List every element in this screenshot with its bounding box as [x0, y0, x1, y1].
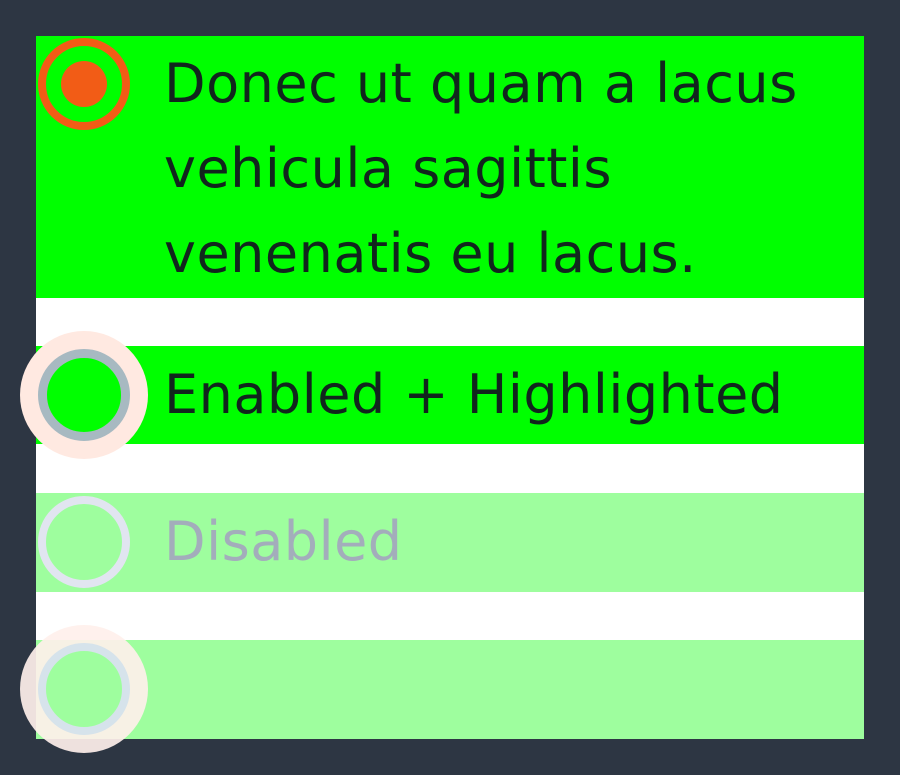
radio-button-checked-icon[interactable]	[38, 38, 130, 130]
radio-option-label: Disabled	[164, 510, 403, 573]
radio-option-disabled-highlighted	[20, 625, 864, 753]
radio-dot-icon	[61, 61, 107, 107]
radio-option-label: Donec ut quam a lacus vehicula sagittis …	[164, 52, 798, 285]
radio-group: Donec ut quam a lacus vehicula sagittis …	[20, 36, 864, 753]
radio-option-enabled-highlighted[interactable]: Enabled + Highlighted	[20, 331, 864, 459]
radio-option-label: Enabled + Highlighted	[164, 363, 784, 426]
radio-option-selected[interactable]: Donec ut quam a lacus vehicula sagittis …	[36, 36, 864, 298]
radio-option-disabled: Disabled	[36, 493, 864, 592]
radio-button-unchecked-icon[interactable]	[38, 349, 130, 441]
radio-button-disabled-icon	[38, 496, 130, 588]
radio-button-disabled-icon	[38, 643, 130, 735]
